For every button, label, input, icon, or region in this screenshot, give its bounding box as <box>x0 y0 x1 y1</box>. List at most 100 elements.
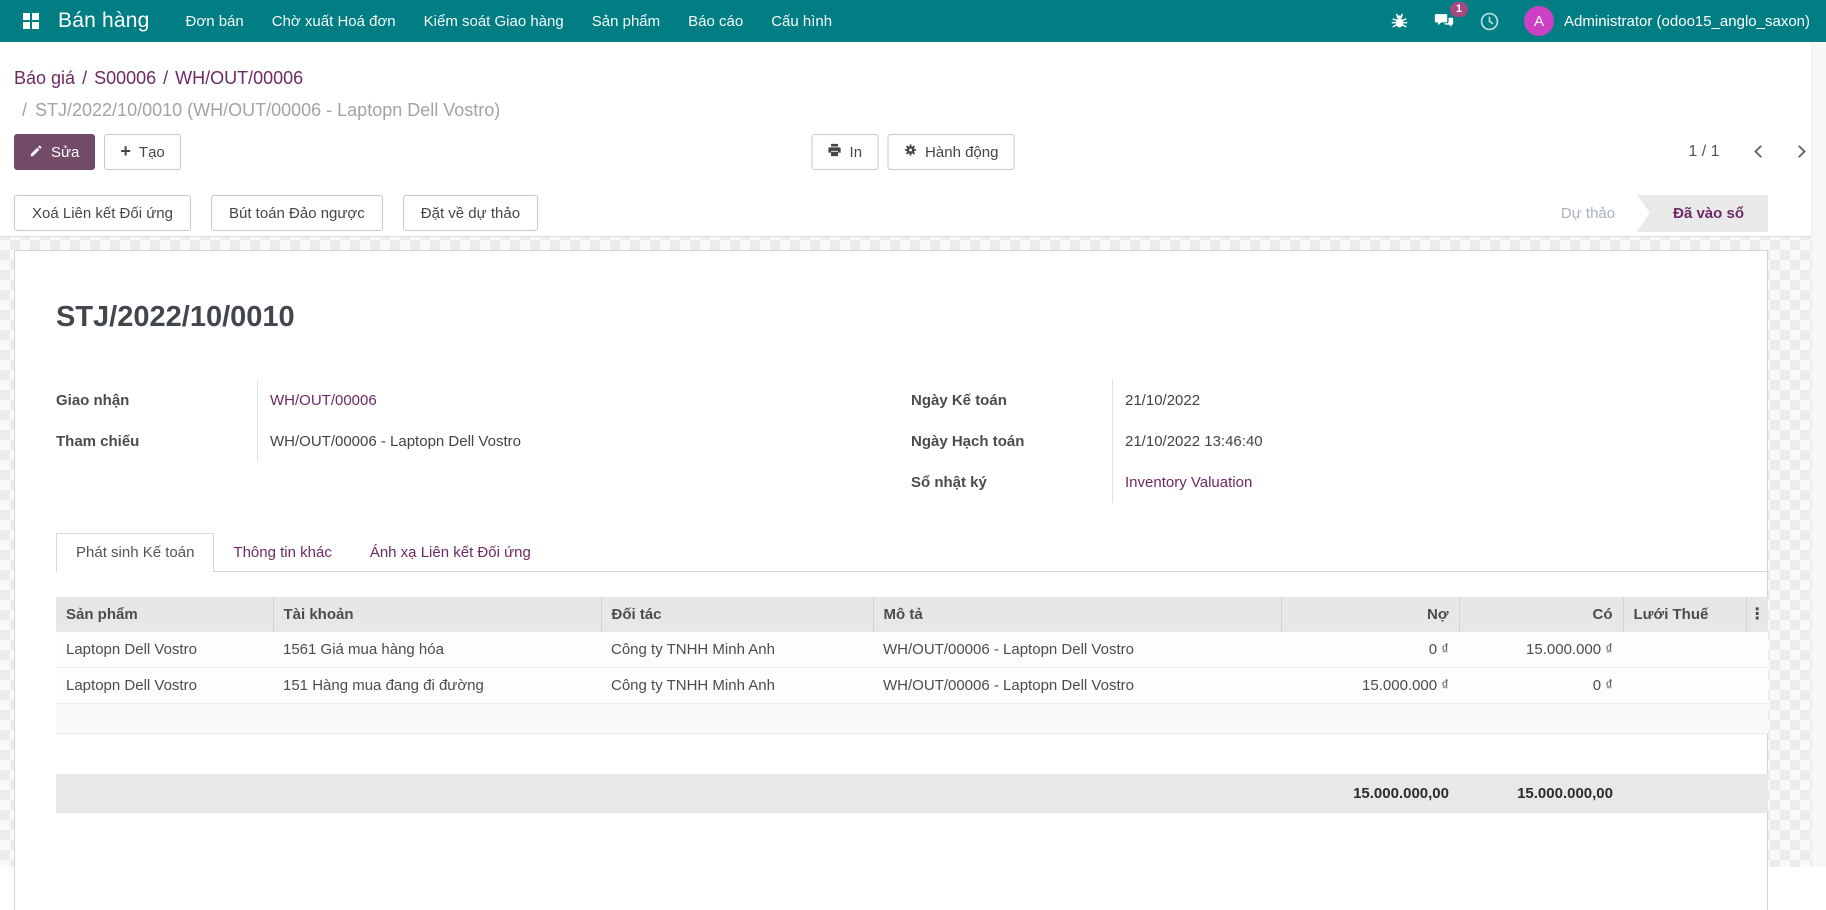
status-draft[interactable]: Dự thảo <box>1539 195 1637 232</box>
table-row[interactable]: Laptopn Dell Vostro 1561 Giá mua hàng hó… <box>56 632 1768 668</box>
chevron-left-icon[interactable] <box>1754 145 1767 158</box>
breadcrumb-separator: / <box>163 68 168 88</box>
breadcrumb-link-s00006[interactable]: S00006 <box>94 68 156 88</box>
messages-count-badge: 1 <box>1450 2 1468 17</box>
optional-columns-kebab-icon[interactable]: ⋮ <box>1746 597 1768 632</box>
field-value: 21/10/2022 <box>1112 380 1727 421</box>
field-label: Tham chiếu <box>56 421 257 462</box>
cell-credit[interactable]: 15.000.000 ₫ <box>1459 632 1623 668</box>
breadcrumb-current: STJ/2022/10/0010 (WH/OUT/00006 - Laptopn… <box>35 100 500 120</box>
cell-label[interactable]: WH/OUT/00006 - Laptopn Dell Vostro <box>873 632 1281 668</box>
table-header-row: Sản phẩm Tài khoản Đối tác Mô tả Nợ Có L… <box>56 597 1768 632</box>
col-header-partner[interactable]: Đối tác <box>601 597 873 632</box>
page-background: Bán hàng Đơn bán Chờ xuất Hoá đơn Kiểm s… <box>0 0 1826 867</box>
reset-to-draft-button[interactable]: Đặt về dự thảo <box>403 195 538 231</box>
cell-partner[interactable]: Công ty TNHH Minh Anh <box>601 632 873 668</box>
cell-label[interactable]: WH/OUT/00006 - Laptopn Dell Vostro <box>873 668 1281 704</box>
col-header-debit[interactable]: Nợ <box>1281 597 1459 632</box>
action-button[interactable]: Hành động <box>887 134 1014 170</box>
breadcrumb-separator: / <box>82 68 87 88</box>
col-header-label[interactable]: Mô tả <box>873 597 1281 632</box>
record-title: STJ/2022/10/0010 <box>56 301 1727 334</box>
breadcrumb: Báo giá / S00006 / WH/OUT/00006 <box>0 42 1826 90</box>
avatar: A <box>1524 6 1554 36</box>
control-panel: Báo giá / S00006 / WH/OUT/00006 / STJ/2022/10… <box>0 42 1826 237</box>
record-actions-row: Xoá Liên kết Đối ứng Bút toán Đảo ngược … <box>0 170 1826 236</box>
cell-debit[interactable]: 15.000.000 ₫ <box>1281 668 1459 704</box>
tab-phat-sinh-ke-toan[interactable]: Phát sinh Kế toán <box>56 533 214 572</box>
apps-grid-icon[interactable] <box>16 8 46 34</box>
field-ngay-ke-toan: Ngày Kế toán 21/10/2022 <box>911 380 1727 421</box>
table-row[interactable]: Laptopn Dell Vostro 151 Hàng mua đang đi… <box>56 668 1768 704</box>
col-header-credit[interactable]: Có <box>1459 597 1623 632</box>
status-posted[interactable]: Đã vào sổ <box>1637 195 1768 232</box>
top-navbar: Bán hàng Đơn bán Chờ xuất Hoá đơn Kiểm s… <box>0 0 1826 42</box>
debug-bug-icon[interactable] <box>1390 12 1409 31</box>
edit-button[interactable]: Sửa <box>14 134 95 170</box>
pencil-icon <box>30 144 43 161</box>
cell-product[interactable]: Laptopn Dell Vostro <box>56 668 273 704</box>
total-credit: 15.000.000,00 <box>1459 774 1623 813</box>
messages-icon[interactable]: 1 <box>1433 10 1455 32</box>
activities-clock-icon[interactable] <box>1479 11 1500 32</box>
cell-account[interactable]: 151 Hàng mua đang đi đường <box>273 668 601 704</box>
col-header-account[interactable]: Tài khoản <box>273 597 601 632</box>
gear-icon <box>903 143 917 161</box>
journal-items-table: Sản phẩm Tài khoản Đối tác Mô tả Nợ Có L… <box>56 597 1768 734</box>
breadcrumb-link-wh-out[interactable]: WH/OUT/00006 <box>175 68 303 88</box>
cell-tax-grid[interactable] <box>1623 632 1746 668</box>
breadcrumb-link-bao-gia[interactable]: Báo giá <box>14 68 75 88</box>
statusbar: Dự thảo Đã vào sổ <box>1539 195 1768 232</box>
field-groups: Giao nhận WH/OUT/00006 Tham chiếu WH/OUT… <box>56 380 1727 503</box>
totals-row: 15.000.000,00 15.000.000,00 <box>56 774 1768 813</box>
menu-don-ban[interactable]: Đơn bán <box>172 1 258 42</box>
breadcrumb-current-line: / STJ/2022/10/0010 (WH/OUT/00006 - Laptop… <box>0 90 1826 122</box>
plus-icon: + <box>120 142 131 160</box>
navbar-systray: 1 A Administrator (odoo15_anglo_saxon) <box>1390 6 1810 36</box>
menu-bao-cao[interactable]: Báo cáo <box>674 1 757 42</box>
app-title[interactable]: Bán hàng <box>58 9 150 33</box>
field-tham-chieu: Tham chiếu WH/OUT/00006 - Laptopn Dell V… <box>56 421 876 462</box>
reverse-entry-button[interactable]: Bút toán Đảo ngược <box>211 195 383 231</box>
pager: 1 / 1 <box>1688 143 1810 161</box>
col-header-product[interactable]: Sản phẩm <box>56 597 273 632</box>
menu-san-pham[interactable]: Sản phẩm <box>578 1 674 42</box>
stock-move-link[interactable]: WH/OUT/00006 <box>270 392 377 409</box>
vertical-scrollbar[interactable] <box>1811 42 1826 867</box>
field-label: Ngày Hạch toán <box>911 421 1112 462</box>
cell-partner[interactable]: Công ty TNHH Minh Anh <box>601 668 873 704</box>
chevron-right-icon[interactable] <box>1793 145 1806 158</box>
field-label: Ngày Kế toán <box>911 380 1112 421</box>
journal-link[interactable]: Inventory Valuation <box>1125 474 1252 491</box>
cell-debit[interactable]: 0 ₫ <box>1281 632 1459 668</box>
menu-cho-xuat-hoa-don[interactable]: Chờ xuất Hoá đơn <box>258 1 410 42</box>
delete-reconcile-button[interactable]: Xoá Liên kết Đối ứng <box>14 195 191 231</box>
print-button[interactable]: In <box>812 134 879 170</box>
tab-thong-tin-khac[interactable]: Thông tin khác <box>214 534 350 571</box>
user-name: Administrator (odoo15_anglo_saxon) <box>1564 13 1810 30</box>
field-group-right: Ngày Kế toán 21/10/2022 Ngày Hạch toán 2… <box>911 380 1727 503</box>
field-ngay-hach-toan: Ngày Hạch toán 21/10/2022 13:46:40 <box>911 421 1727 462</box>
field-label: Sổ nhật ký <box>911 462 1112 503</box>
field-so-nhat-ky: Sổ nhật ký Inventory Valuation <box>911 462 1727 503</box>
pager-count: 1 / 1 <box>1688 143 1719 161</box>
user-menu[interactable]: A Administrator (odoo15_anglo_saxon) <box>1524 6 1810 36</box>
total-debit: 15.000.000,00 <box>1281 774 1459 813</box>
field-giao-nhan: Giao nhận WH/OUT/00006 <box>56 380 876 421</box>
create-button[interactable]: + Tạo <box>104 134 180 170</box>
cell-product[interactable]: Laptopn Dell Vostro <box>56 632 273 668</box>
printer-icon <box>828 143 842 161</box>
main-menu: Đơn bán Chờ xuất Hoá đơn Kiểm soát Giao … <box>172 1 847 42</box>
col-header-tax-grid[interactable]: Lưới Thuế <box>1623 597 1746 632</box>
breadcrumb-separator: / <box>22 100 27 120</box>
field-group-left: Giao nhận WH/OUT/00006 Tham chiếu WH/OUT… <box>56 380 876 503</box>
menu-cau-hinh[interactable]: Cấu hình <box>757 1 846 42</box>
cell-tax-grid[interactable] <box>1623 668 1746 704</box>
form-sheet: STJ/2022/10/0010 Giao nhận WH/OUT/00006 … <box>14 250 1768 910</box>
menu-kiem-soat-giao-hang[interactable]: Kiểm soát Giao hàng <box>410 1 578 42</box>
tab-anh-xa-lien-ket[interactable]: Ánh xạ Liên kết Đối ứng <box>351 534 550 571</box>
cell-account[interactable]: 1561 Giá mua hàng hóa <box>273 632 601 668</box>
notebook-tabs: Phát sinh Kế toán Thông tin khác Ánh xạ … <box>56 533 1767 572</box>
field-value: 21/10/2022 13:46:40 <box>1112 421 1727 462</box>
cell-credit[interactable]: 0 ₫ <box>1459 668 1623 704</box>
